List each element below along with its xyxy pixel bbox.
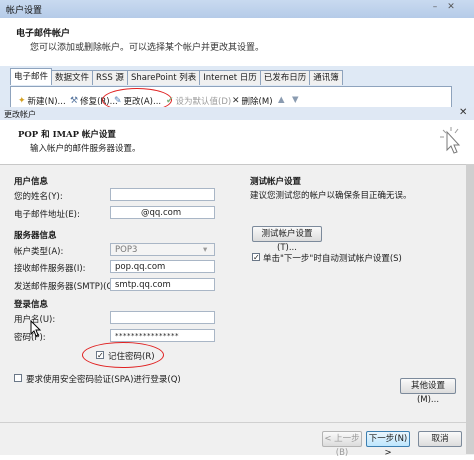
tab-address-book[interactable]: 通讯簿 — [309, 70, 343, 85]
remove-account-button[interactable]: ✕ 删除(M) — [232, 95, 273, 107]
test-account-button[interactable]: 测试帐户设置(T)... — [252, 226, 322, 253]
auto-test-label: 单击"下一步"时自动测试帐户设置(S) — [263, 254, 402, 264]
email-label: 电子邮件地址(E): — [14, 210, 80, 220]
next-button[interactable]: 下一步(N) > — [366, 431, 410, 458]
close-icon[interactable]: ✕ — [446, 2, 456, 12]
incoming-server-field[interactable]: pop.qq.com — [110, 260, 215, 273]
username-field[interactable] — [110, 311, 215, 324]
change-account-titlebar — [0, 107, 474, 120]
outgoing-server-field[interactable]: smtp.qq.com — [110, 278, 215, 291]
spa-label: 要求使用安全密码验证(SPA)进行登录(Q) — [26, 375, 181, 385]
account-tabs: 电子邮件 数据文件 RSS 源 SharePoint 列表 Internet 日… — [10, 68, 343, 86]
checkmark-icon: ✔ — [166, 96, 174, 106]
outgoing-server-label: 发送邮件服务器(SMTP)(O): — [14, 282, 120, 292]
email-accounts-description: 您可以添加或删除帐户。可以选择某个帐户并更改其设置。 — [30, 43, 265, 53]
new-icon: ✦ — [18, 96, 26, 106]
move-up-icon[interactable]: ▲ — [278, 95, 285, 105]
account-type-select[interactable]: POP3 ▾ — [110, 243, 215, 256]
auto-test-checkbox[interactable]: ✓ — [252, 253, 260, 262]
email-field[interactable]: @qq.com — [110, 206, 215, 219]
tab-email[interactable]: 电子邮件 — [10, 68, 53, 85]
server-info-section: 服务器信息 — [14, 231, 57, 241]
cancel-button[interactable]: 取消 — [418, 431, 462, 447]
x-icon: ✕ — [232, 96, 240, 106]
footer-divider — [0, 422, 466, 423]
tab-published-calendar[interactable]: 已发布日历 — [259, 70, 311, 85]
dialog-heading: POP 和 IMAP 帐户设置 — [18, 130, 116, 140]
name-label: 您的姓名(Y): — [14, 192, 63, 202]
tab-internet-calendar[interactable]: Internet 日历 — [199, 70, 261, 85]
email-accounts-heading: 电子邮件帐户 — [16, 29, 71, 39]
mouse-pointer-icon — [30, 320, 42, 337]
dialog-close-icon[interactable]: ✕ — [459, 107, 467, 118]
more-settings-button[interactable]: 其他设置(M)... — [400, 378, 456, 405]
click-cursor-icon — [440, 127, 461, 154]
password-field[interactable]: **************** — [110, 329, 215, 342]
change-account-title: 更改帐户 — [4, 110, 36, 119]
back-button[interactable]: < 上一步(B) — [322, 431, 362, 458]
move-down-icon[interactable]: ▼ — [292, 95, 299, 105]
account-settings-title: 帐户设置 — [6, 6, 43, 16]
test-settings-section: 测试帐户设置 — [250, 177, 302, 187]
wrench-icon: ⚒ — [70, 96, 79, 106]
chevron-down-icon: ▾ — [203, 245, 208, 255]
name-field[interactable] — [110, 188, 215, 201]
window-edge — [466, 164, 474, 454]
test-settings-description: 建议您测试您的帐户以确保条目正确无误。 — [250, 191, 412, 201]
minimize-icon[interactable]: – — [430, 2, 440, 12]
tab-data-files[interactable]: 数据文件 — [51, 70, 94, 85]
account-settings-titlebar — [0, 0, 474, 19]
account-type-label: 帐户类型(A): — [14, 247, 64, 257]
dialog-subheading: 输入帐户的邮件服务器设置。 — [30, 144, 141, 154]
remember-password-highlight — [82, 342, 164, 368]
user-info-section: 用户信息 — [14, 177, 49, 187]
spa-checkbox[interactable] — [14, 374, 22, 382]
tab-rss[interactable]: RSS 源 — [92, 70, 128, 85]
tab-sharepoint[interactable]: SharePoint 列表 — [126, 70, 201, 85]
logon-info-section: 登录信息 — [14, 300, 49, 310]
set-default-button[interactable]: ✔ 设为默认值(D) — [166, 95, 231, 107]
incoming-server-label: 接收邮件服务器(I): — [14, 264, 86, 274]
new-account-button[interactable]: ✦ 新建(N)... — [18, 95, 66, 107]
